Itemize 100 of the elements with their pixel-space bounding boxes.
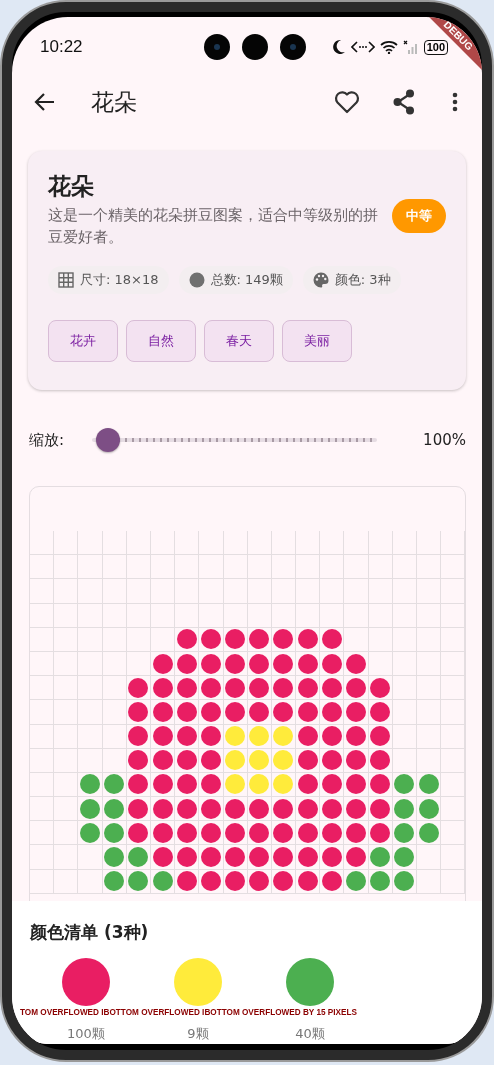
data-transfer-icon (350, 40, 375, 54)
grid-cell (417, 724, 442, 749)
grid-cell (296, 531, 321, 556)
grid-cell (78, 724, 103, 749)
grid-cell (175, 579, 200, 604)
grid-cell (126, 603, 151, 628)
grid-cell (392, 531, 417, 556)
grid-cell (78, 603, 103, 628)
grid-cell (78, 531, 103, 556)
grid-cell (296, 555, 321, 580)
zoom-slider[interactable] (92, 427, 377, 453)
palette-icon (312, 272, 329, 288)
grid-cell (223, 531, 248, 556)
tag-chip[interactable]: 春天 (204, 320, 274, 362)
grid-cell (417, 700, 442, 725)
grid-cell (417, 676, 442, 701)
grid-cell (392, 603, 417, 628)
grid-cell (78, 579, 103, 604)
back-icon[interactable] (33, 92, 55, 112)
grid-cell (54, 869, 79, 894)
overflow-warning: BOTTOM OVERFLOWED BY 15 PIXELS (204, 1008, 357, 1017)
grid-cell (126, 627, 151, 652)
grid-cell (54, 603, 79, 628)
grid-cell (54, 651, 79, 677)
stat-label: 尺寸: 18×18 (80, 271, 159, 289)
moon-icon (331, 39, 346, 55)
grid-cell (78, 627, 103, 652)
grid-cell (223, 579, 248, 604)
grid-cell (392, 651, 417, 677)
grid-cell (54, 845, 79, 870)
grid-cell (175, 555, 200, 580)
grid-cell (271, 555, 297, 580)
tag-chip[interactable]: 美丽 (282, 320, 352, 362)
grid-cell (368, 603, 393, 628)
grid-cell (247, 555, 272, 580)
grid-cell (368, 627, 393, 652)
grid-cell (344, 603, 369, 628)
battery-indicator: 100 (423, 39, 448, 55)
camera-icon (280, 34, 306, 60)
tag-chip[interactable]: 花卉 (48, 320, 118, 362)
grid-cell (392, 555, 417, 580)
grid-cell (102, 627, 127, 652)
pattern-title: 花朵 (48, 172, 95, 201)
grid-cell (54, 627, 79, 652)
grid-cell (54, 724, 79, 749)
bead-count: 9颗 (187, 1026, 209, 1042)
grid-cell (102, 555, 127, 580)
grid-cell (126, 531, 151, 556)
clock-time: 10:22 (40, 37, 84, 57)
grid-cell (417, 651, 442, 677)
grid-cell (368, 531, 393, 556)
grid-cell (368, 555, 393, 580)
grid-icon (58, 272, 74, 288)
grid-cell (344, 579, 369, 604)
signal-icon (402, 40, 419, 54)
grid-cell (150, 603, 176, 628)
grid-cell (78, 700, 103, 725)
grid-cell (199, 555, 224, 580)
difficulty-badge: 中等 (392, 198, 446, 233)
grid-cell (102, 531, 127, 556)
grid-cell (320, 531, 345, 556)
grid-cell (78, 651, 103, 677)
grid-cell (392, 579, 417, 604)
overflow-warning: TOM OVERFLOWED I (20, 1008, 104, 1017)
grid-cell (78, 555, 103, 580)
pattern-description: 这是一个精美的花朵拼豆图案，适合中等级别的拼豆爱好者。 (48, 206, 379, 247)
grid-cell (102, 603, 127, 628)
zoom-label: 缩放: (29, 430, 66, 450)
grid-cell (199, 579, 224, 604)
grid-cell (175, 531, 200, 556)
grid-cell (54, 748, 79, 773)
stat-label: 颜色: 3种 (334, 271, 391, 289)
grid-cell (78, 676, 103, 701)
grid-cell (417, 555, 442, 580)
grid-cell (150, 531, 176, 556)
share-icon[interactable] (392, 89, 416, 115)
grid-cell (296, 579, 321, 604)
bead-count: 100颗 (67, 1026, 105, 1042)
grid-cell (54, 579, 79, 604)
grid-cell (417, 579, 442, 604)
grid-cell (126, 579, 151, 604)
grid-cell (54, 676, 79, 701)
more-icon[interactable] (452, 92, 458, 112)
grid-cell (247, 531, 272, 556)
grid-cell (320, 579, 345, 604)
tag-chip[interactable]: 自然 (126, 320, 196, 362)
color-list-title: 颜色清单 (3种) (30, 921, 150, 944)
slider-thumb[interactable] (96, 428, 120, 452)
grid-cell (392, 627, 417, 652)
grid-cell (150, 555, 176, 580)
camera-icon (204, 34, 230, 60)
page-title: 花朵 (91, 87, 137, 117)
bead-count: 40颗 (295, 1026, 325, 1042)
grid-cell (54, 555, 79, 580)
camera-icon (242, 34, 268, 60)
grid-cell (150, 579, 176, 604)
grid-cell (102, 579, 127, 604)
grid-cell (126, 555, 151, 580)
zoom-value: 100% (423, 431, 466, 449)
heart-icon[interactable] (334, 90, 360, 114)
